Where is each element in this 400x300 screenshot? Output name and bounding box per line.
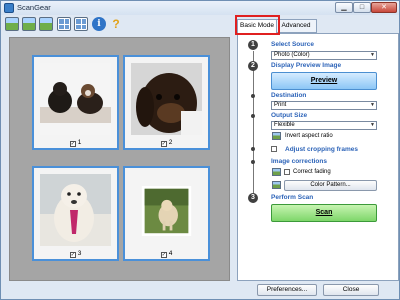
preferences-button[interactable]: Preferences... xyxy=(257,284,317,296)
invert-aspect-ratio-icon[interactable] xyxy=(272,132,281,140)
thumbnail-checkbox[interactable]: ✓ xyxy=(160,141,167,147)
thumbnail-number: 3 xyxy=(77,250,82,257)
thumbnail-3-checkbox-row[interactable]: ✓ 3 xyxy=(34,250,117,258)
select-source-dropdown[interactable]: Photo (Color) ▼ xyxy=(271,51,377,60)
photo-labrador-standing xyxy=(40,174,111,246)
output-size-value: Flexible xyxy=(274,122,295,128)
minimize-button[interactable]: ▁ xyxy=(335,2,353,13)
title-bar: ScanGear ▁ □ ✕ xyxy=(1,1,399,15)
output-size-dropdown[interactable]: Flexible ▼ xyxy=(271,121,377,130)
image-corrections-title: Image corrections xyxy=(271,158,327,165)
color-pattern-icon xyxy=(272,181,281,189)
thumbnail-checkbox[interactable]: ✓ xyxy=(69,252,76,258)
select-source-title: Select Source xyxy=(271,41,314,48)
thumbnail-2[interactable]: ✓ 2 xyxy=(123,55,210,150)
preview-image-icon[interactable] xyxy=(39,17,53,31)
step-connector-line xyxy=(253,51,254,197)
thumbnail-1[interactable]: ✓ 1 xyxy=(32,55,119,150)
step-1-icon: 1 xyxy=(248,40,258,50)
color-pattern-button[interactable]: Color Pattern... xyxy=(284,180,377,191)
window-title: ScanGear xyxy=(17,3,51,12)
maximize-button[interactable]: □ xyxy=(353,2,371,13)
trim-image-icon[interactable] xyxy=(22,17,36,31)
output-size-title: Output Size xyxy=(271,112,308,119)
scangear-window: ScanGear ▁ □ ✕ i ? ✓ 1 ✓ 2 ✓ 3 ✓ 4 Basic… xyxy=(0,0,400,300)
bullet-icon xyxy=(251,94,255,98)
destination-title: Destination xyxy=(271,92,307,99)
step-2-icon: 2 xyxy=(248,61,258,71)
step-3-icon: 3 xyxy=(248,193,258,203)
thumbnail-number: 2 xyxy=(168,139,173,146)
multi-view-icon[interactable] xyxy=(74,17,88,31)
thumbnail-number: 1 xyxy=(77,139,82,146)
correct-fading-label: Correct fading xyxy=(293,169,331,175)
photo-two-dogs-on-sofa xyxy=(40,63,111,135)
help-icon[interactable]: ? xyxy=(109,17,123,31)
correct-fading-icon xyxy=(272,168,281,176)
bullet-icon xyxy=(251,147,255,151)
bullet-icon xyxy=(251,160,255,164)
thumbnail-4-checkbox-row[interactable]: ✓ 4 xyxy=(125,250,208,258)
mode-tabs: Basic Mode Advanced Mode xyxy=(235,15,400,41)
chevron-down-icon: ▼ xyxy=(370,102,375,108)
crop-image-icon[interactable] xyxy=(5,17,19,31)
scangear-app-icon xyxy=(4,3,14,13)
photo-dachshund-closeup xyxy=(131,63,202,135)
thumbnail-4[interactable]: ✓ 4 xyxy=(123,166,210,261)
photo-labrador-grass xyxy=(141,186,192,236)
select-source-value: Photo (Color) xyxy=(274,52,310,58)
thumbnail-checkbox[interactable]: ✓ xyxy=(160,252,167,258)
preview-area: ✓ 1 ✓ 2 ✓ 3 ✓ 4 xyxy=(9,37,230,281)
thumbnail-1-checkbox-row[interactable]: ✓ 1 xyxy=(34,139,117,147)
thumbnail-2-checkbox-row[interactable]: ✓ 2 xyxy=(125,139,208,147)
close-button[interactable]: Close xyxy=(323,284,379,296)
adjust-cropping-frames-checkbox[interactable] xyxy=(271,146,277,152)
destination-value: Print xyxy=(274,102,287,108)
thumbnail-view-icon[interactable] xyxy=(57,17,71,31)
thumbnail-3[interactable]: ✓ 3 xyxy=(32,166,119,261)
destination-dropdown[interactable]: Print ▼ xyxy=(271,101,377,110)
settings-panel xyxy=(237,33,399,281)
tab-basic-mode[interactable]: Basic Mode xyxy=(237,19,277,33)
preview-button[interactable]: Preview xyxy=(271,72,377,90)
chevron-down-icon: ▼ xyxy=(370,122,375,128)
invert-aspect-ratio-label: Invert aspect ratio xyxy=(285,133,333,139)
tab-advanced-mode[interactable]: Advanced Mode xyxy=(275,19,317,41)
correct-fading-checkbox[interactable] xyxy=(284,169,290,175)
display-preview-title: Display Preview Image xyxy=(271,62,342,69)
toolbar: i ? xyxy=(3,16,231,36)
chevron-down-icon: ▼ xyxy=(370,52,375,58)
adjust-cropping-frames-label[interactable]: Adjust cropping frames xyxy=(285,146,358,153)
bullet-icon xyxy=(251,114,255,118)
thumbnail-number: 4 xyxy=(168,250,173,257)
thumbnail-checkbox[interactable]: ✓ xyxy=(69,141,76,147)
perform-scan-title: Perform Scan xyxy=(271,194,314,201)
close-window-button[interactable]: ✕ xyxy=(371,2,397,13)
info-icon[interactable]: i xyxy=(92,17,106,31)
scan-button[interactable]: Scan xyxy=(271,204,377,222)
